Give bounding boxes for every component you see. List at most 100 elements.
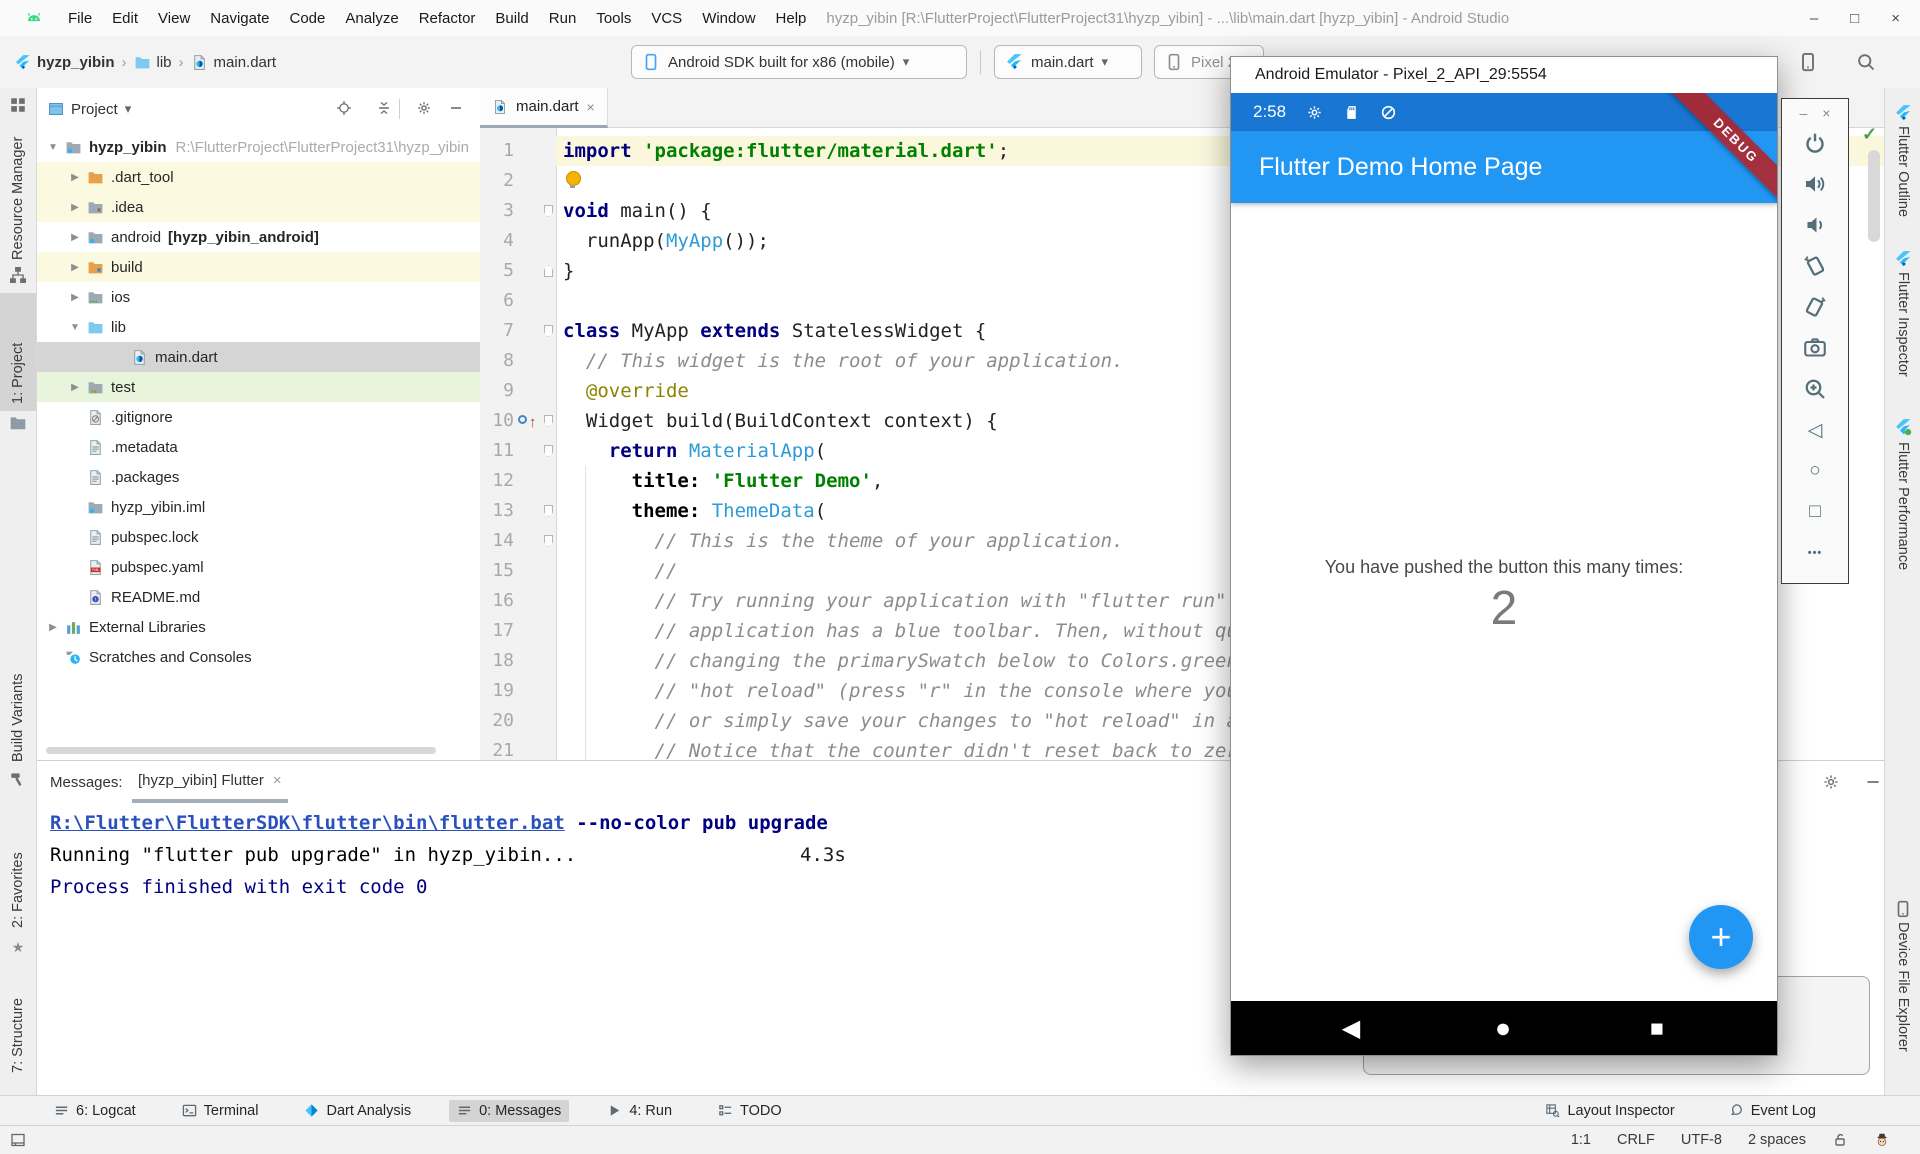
tab-structure[interactable]: 7: Structure	[0, 965, 36, 1073]
console-link[interactable]: R:\Flutter\FlutterSDK\flutter\bin\flutte…	[50, 812, 565, 834]
nav-home-button[interactable]: ●	[1483, 1001, 1523, 1055]
toolwindow-button-terminal[interactable]: Terminal	[174, 1100, 267, 1122]
tree-item-scratches-and-consoles[interactable]: Scratches and Consoles	[36, 642, 480, 672]
breadcrumb-main-dart[interactable]: main.dart	[191, 54, 277, 71]
structure-tool-icon[interactable]	[9, 266, 27, 284]
gear-icon[interactable]	[416, 100, 432, 116]
hide-panel-icon[interactable]	[1864, 773, 1882, 791]
tree-item-main-dart[interactable]: main.dart	[36, 342, 480, 372]
breadcrumb-hyzp-yibin[interactable]: hyzp_yibin	[14, 54, 115, 71]
tree-item-android[interactable]: ▶android[hyzp_yibin_android]	[36, 222, 480, 252]
tree-item-readme-md[interactable]: iREADME.md	[36, 582, 480, 612]
more-button[interactable]: •••	[1803, 541, 1827, 565]
tool-windows-icon[interactable]	[10, 1132, 26, 1148]
tree-item-pubspec-lock[interactable]: pubspec.lock	[36, 522, 480, 552]
fold-open-icon[interactable]	[544, 325, 553, 337]
override-icon[interactable]	[518, 415, 527, 424]
tab-main-dart[interactable]: main.dart ×	[480, 88, 608, 128]
toolwindow-button-6-logcat[interactable]: 6: Logcat	[46, 1100, 144, 1122]
tree-expand-icon[interactable]: ▼	[64, 322, 86, 333]
fab-add-button[interactable]: +	[1689, 905, 1753, 969]
menu-analyze[interactable]: Analyze	[335, 6, 408, 31]
collapse-all-icon[interactable]	[376, 100, 392, 116]
menu-window[interactable]: Window	[692, 6, 765, 31]
minimize-window-icon[interactable]: –	[1810, 10, 1818, 27]
tab-build-variants[interactable]: Build Variants	[0, 648, 36, 762]
tree-item-hyzp-yibin[interactable]: ▼hyzp_yibinR:\FlutterProject\FlutterProj…	[36, 132, 480, 162]
tree-collapse-icon[interactable]: ▶	[64, 292, 86, 303]
editor-scrollbar[interactable]	[1868, 150, 1880, 242]
tree-collapse-icon[interactable]: ▶	[64, 172, 86, 183]
toolwindow-button-0-messages[interactable]: 0: Messages	[449, 1100, 569, 1122]
menu-navigate[interactable]: Navigate	[200, 6, 279, 31]
tree-item-packages[interactable]: .packages	[36, 462, 480, 492]
hector-inspections-icon[interactable]	[1874, 1132, 1890, 1148]
tree-collapse-icon[interactable]: ▶	[64, 382, 86, 393]
tree-collapse-icon[interactable]: ▶	[64, 202, 86, 213]
close-window-icon[interactable]: ×	[1891, 10, 1900, 27]
tree-item-idea[interactable]: ▶.idea	[36, 192, 480, 222]
tree-item-metadata[interactable]: .metadata	[36, 432, 480, 462]
rotate-right-button[interactable]	[1803, 295, 1827, 319]
toolwindow-button-todo[interactable]: TODO	[710, 1100, 790, 1122]
tab-favorites[interactable]: 2: Favorites	[0, 816, 36, 928]
tab-flutter-outline[interactable]: Flutter Outline	[1885, 126, 1920, 238]
tree-collapse-icon[interactable]: ▶	[42, 622, 64, 633]
tree-item-test[interactable]: ▶test	[36, 372, 480, 402]
home-button[interactable]: ○	[1803, 459, 1827, 483]
resource-manager-icon[interactable]	[9, 96, 27, 114]
tab-flutter-inspector[interactable]: Flutter Inspector	[1885, 272, 1920, 400]
fold-open-icon[interactable]	[544, 415, 553, 427]
tab-resource-manager[interactable]: Resource Manager	[0, 118, 36, 260]
intention-bulb-icon[interactable]	[566, 171, 581, 186]
fold-close-icon[interactable]	[544, 265, 553, 277]
emulator-screen[interactable]: 2:58 Flutter Demo Home Page DEBUG You ha…	[1231, 93, 1777, 1055]
close-icon[interactable]: ×	[587, 99, 595, 115]
tree-expand-icon[interactable]: ▼	[42, 142, 64, 153]
fold-open-icon[interactable]	[544, 205, 553, 217]
menu-help[interactable]: Help	[766, 6, 817, 31]
caret-position[interactable]: 1:1	[1571, 1132, 1591, 1148]
zoom-in-button[interactable]	[1803, 377, 1827, 401]
menu-vcs[interactable]: VCS	[641, 6, 692, 31]
tree-item-build[interactable]: ▶build	[36, 252, 480, 282]
menu-code[interactable]: Code	[279, 6, 335, 31]
menu-tools[interactable]: Tools	[586, 6, 641, 31]
menu-build[interactable]: Build	[485, 6, 538, 31]
tab-flutter-messages[interactable]: [hyzp_yibin] Flutter ×	[132, 761, 288, 803]
emulator-title-bar[interactable]: Android Emulator - Pixel_2_API_29:5554	[1231, 57, 1777, 93]
close-emulator-icon[interactable]: ×	[1822, 105, 1830, 121]
tree-item-ios[interactable]: ▶ios	[36, 282, 480, 312]
breadcrumb-lib[interactable]: lib	[134, 54, 172, 71]
overview-button[interactable]: □	[1803, 500, 1827, 524]
toolwindow-button-event-log[interactable]: Event Log	[1721, 1100, 1824, 1122]
chevron-down-icon[interactable]: ▾	[125, 101, 132, 117]
screenshot-button[interactable]	[1803, 336, 1827, 360]
tab-flutter-performance[interactable]: Flutter Performance	[1885, 442, 1920, 594]
toolwindow-button-4-run[interactable]: 4: Run	[599, 1100, 680, 1122]
tree-item-pubspec-yaml[interactable]: YMLpubspec.yaml	[36, 552, 480, 582]
power-button[interactable]	[1803, 131, 1827, 155]
menu-view[interactable]: View	[148, 6, 200, 31]
project-panel-title[interactable]: Project	[71, 101, 118, 118]
device-selector[interactable]: Android SDK built for x86 (mobile) ▾	[631, 45, 967, 79]
close-icon[interactable]: ×	[273, 772, 282, 789]
tab-device-file-explorer[interactable]: Device File Explorer	[1885, 922, 1920, 1084]
search-icon[interactable]	[1856, 52, 1876, 72]
volume-up-button[interactable]	[1803, 172, 1827, 196]
tree-collapse-icon[interactable]: ▶	[64, 232, 86, 243]
toolwindow-button-layout-inspector[interactable]: Layout Inspector	[1537, 1100, 1682, 1122]
toolwindow-button-dart-analysis[interactable]: Dart Analysis	[296, 1100, 419, 1122]
tree-item-hyzp-yibin-iml[interactable]: hyzp_yibin.iml	[36, 492, 480, 522]
back-button[interactable]: ◁	[1803, 418, 1827, 442]
volume-down-button[interactable]	[1803, 213, 1827, 237]
fold-open-icon[interactable]	[544, 535, 553, 547]
gear-icon[interactable]	[1822, 773, 1840, 791]
rotate-left-button[interactable]	[1803, 254, 1827, 278]
nav-overview-button[interactable]: ■	[1637, 1001, 1677, 1055]
maximize-window-icon[interactable]: □	[1850, 10, 1859, 27]
avd-manager-icon[interactable]	[1798, 52, 1818, 72]
file-encoding[interactable]: UTF-8	[1681, 1132, 1722, 1148]
tree-item-external-libraries[interactable]: ▶External Libraries	[36, 612, 480, 642]
fold-open-icon[interactable]	[544, 505, 553, 517]
